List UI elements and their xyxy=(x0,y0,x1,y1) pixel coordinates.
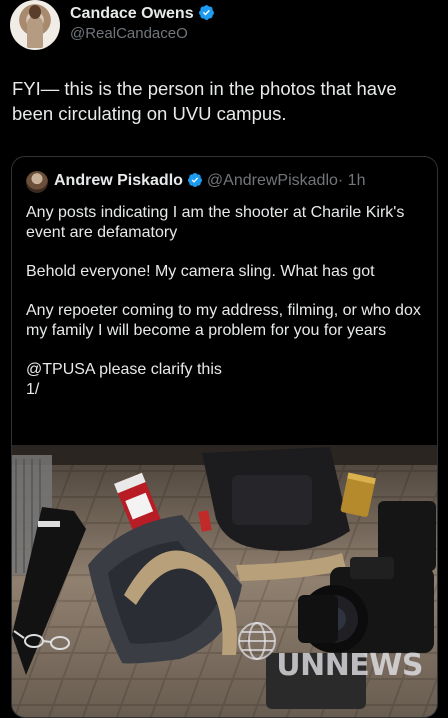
avatar-head xyxy=(29,5,41,19)
tweet-text: FYI— this is the person in the photos th… xyxy=(12,78,397,124)
quoted-text: Any posts indicating I am the shooter at… xyxy=(26,203,426,400)
quoted-tweet[interactable]: Andrew Piskadlo @AndrewPiskadlo· 1h Any p… xyxy=(11,156,438,718)
quoted-header: Andrew Piskadlo @AndrewPiskadlo· 1h xyxy=(54,172,365,190)
quoted-author-name[interactable]: Andrew Piskadlo xyxy=(54,172,183,189)
author-name[interactable]: Candace Owens xyxy=(70,5,194,22)
verified-badge-icon xyxy=(187,173,202,187)
quoted-author-avatar[interactable] xyxy=(26,171,48,193)
quoted-paragraph: Any posts indicating I am the shooter at… xyxy=(26,204,405,241)
avatar-figure xyxy=(27,16,43,48)
quoted-paragraph: @TPUSA please clarify this 1/ xyxy=(26,361,222,398)
author-name-row[interactable]: Candace Owens xyxy=(70,4,215,23)
verified-badge-icon xyxy=(198,5,214,20)
watermark-text: UNNEWS xyxy=(276,648,423,683)
author-avatar[interactable] xyxy=(10,0,60,50)
tweet: Candace Owens @RealCandaceO FYI— this is… xyxy=(0,0,448,718)
quoted-paragraph: Behold everyone! My camera sling. What h… xyxy=(26,263,375,280)
quoted-paragraph: Any repoeter coming to my address, filmi… xyxy=(26,302,421,339)
quoted-timestamp[interactable]: · 1h xyxy=(338,172,366,189)
quoted-author-handle[interactable]: @AndrewPiskadlo xyxy=(207,172,338,189)
author-handle[interactable]: @RealCandaceO xyxy=(70,25,188,42)
